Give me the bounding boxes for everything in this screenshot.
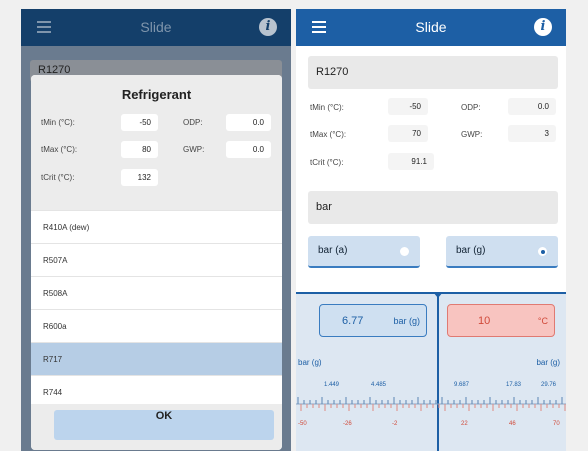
refrigerant-selector[interactable]: R1270 [308,56,558,89]
temperature-readout[interactable]: 10 °C [447,304,555,337]
phone-right: Slide i R1270 tMin (°C): -50 tMax (°C): … [296,9,566,451]
scale-left-label: bar (g) [298,358,322,367]
tcrit-label: tCrit (°C): [310,158,344,167]
modal-title: Refrigerant [121,87,192,102]
nav-bar: Slide i [21,9,291,46]
list-item[interactable]: R600a [31,309,282,342]
tmin-label: tMin (°C): [41,118,75,127]
nav-bar: Slide i [296,9,566,46]
tick-label-temp: -2 [392,421,398,427]
info-icon[interactable]: i [259,18,277,36]
unit-option-label: bar (a) [318,245,348,256]
ok-button[interactable]: OK [54,410,274,440]
list-item-selected[interactable]: R717 [31,342,282,375]
tmax-value: 70 [388,125,428,142]
pressure-unit: bar (g) [393,316,420,326]
tmin-label: tMin (°C): [310,103,344,112]
temperature-value: 10 [478,315,491,327]
unit-group-selector[interactable]: bar [308,191,558,224]
tick-label-temp: 46 [509,421,516,427]
phone-left: Slide i R1270 Refrigerant tMin (°C): -50… [21,9,291,451]
tmax-label: tMax (°C): [41,145,78,154]
tick-label: 4.485 [371,382,387,388]
tick-label: 17.83 [506,382,522,388]
nav-title: Slide [140,19,172,35]
tick-label: 29.76 [541,382,557,388]
tcrit-value: 91.1 [388,153,434,170]
unit-option-bar-g[interactable]: bar (g) [446,236,558,268]
tmin-value: -50 [388,98,428,115]
tcrit-value: 132 [121,169,158,186]
gwp-label: GWP: [183,145,205,154]
slide-rule[interactable]: 6.77 bar (g) 10 °C bar (g) bar (g) 1.449… [296,292,566,451]
temperature-unit: °C [537,316,548,326]
scale-ticks [296,397,566,411]
gwp-label: GWP: [461,130,483,139]
list-item[interactable]: R507A [31,243,282,276]
tick-label-temp: -26 [343,421,352,427]
unit-option-label: bar (g) [456,245,486,256]
unit-option-bar-a[interactable]: bar (a) [308,236,420,268]
scale-right-label: bar (g) [536,358,560,367]
list-item[interactable]: R410A (dew) [31,210,282,243]
tick-label: 9.687 [454,382,470,388]
tmax-value: 80 [121,141,158,158]
tmax-label: tMax (°C): [310,130,347,139]
radio-selected-icon [538,247,547,256]
nav-title: Slide [415,19,447,35]
tick-label-temp: 22 [461,421,468,427]
pressure-value: 6.77 [342,315,364,327]
modal-header: Refrigerant tMin (°C): -50 tMax (°C): 80… [31,75,282,210]
gwp-value: 0.0 [226,141,271,158]
pressure-readout[interactable]: 6.77 bar (g) [319,304,427,337]
cursor-arrow-icon [433,292,443,298]
list-item[interactable]: R508A [31,276,282,309]
tmin-value: -50 [121,114,158,131]
tcrit-label: tCrit (°C): [41,173,75,182]
odp-label: ODP: [183,118,203,127]
slide-cursor-line [437,292,439,451]
info-icon[interactable]: i [534,18,552,36]
refrigerant-modal: Refrigerant tMin (°C): -50 tMax (°C): 80… [31,75,282,450]
radio-icon [400,247,409,256]
odp-label: ODP: [461,103,481,112]
ok-bar: OK [31,404,282,450]
odp-value: 0.0 [226,114,271,131]
tick-label: 1.449 [324,382,340,388]
odp-value: 0.0 [508,98,556,115]
tick-label-temp: 70 [553,421,560,427]
gwp-value: 3 [508,125,556,142]
tick-label-temp: -50 [298,421,307,427]
